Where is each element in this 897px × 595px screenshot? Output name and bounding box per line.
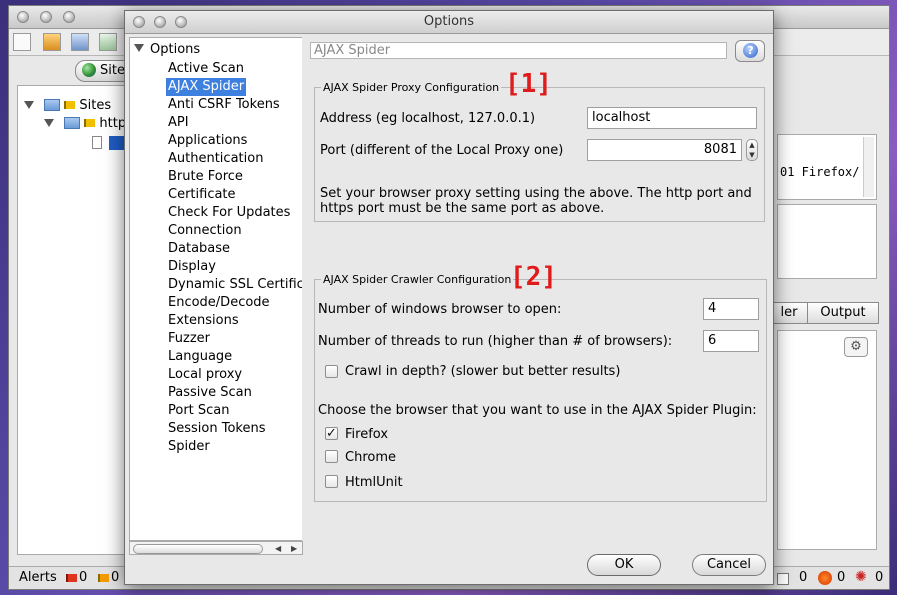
dialog-titlebar: Options bbox=[125, 11, 773, 34]
cancel-button[interactable]: Cancel bbox=[692, 554, 766, 576]
htmlunit-checkbox[interactable] bbox=[325, 475, 338, 488]
expand-triangle-icon[interactable] bbox=[134, 44, 144, 52]
panel-title: AJAX Spider bbox=[310, 42, 727, 59]
vertical-scrollbar[interactable] bbox=[863, 137, 874, 197]
scan-status-icon bbox=[818, 571, 832, 585]
status-icon bbox=[777, 573, 789, 585]
request-panel: 01 Firefox/ bbox=[777, 134, 877, 200]
sites-tab-label: Site bbox=[100, 63, 125, 78]
status-count-1: 0 bbox=[799, 570, 808, 585]
tab-output-label: Output bbox=[820, 305, 866, 320]
annotation-1: [1] bbox=[505, 69, 552, 99]
document-icon bbox=[92, 136, 102, 149]
alerts-label: Alerts bbox=[19, 570, 57, 585]
firefox-label: Firefox bbox=[345, 427, 389, 442]
tree-item-ajax-spider[interactable]: AJAX Spider bbox=[166, 78, 247, 96]
proxy-config-legend: AJAX Spider Proxy Configuration bbox=[323, 81, 500, 94]
zoom-window-button[interactable] bbox=[63, 11, 75, 23]
scrollbar-thumb[interactable] bbox=[133, 544, 263, 554]
chrome-label: Chrome bbox=[345, 450, 396, 465]
tab-spider[interactable]: ler bbox=[769, 302, 809, 324]
medium-alert-count: 0 bbox=[111, 570, 120, 585]
flag-icon bbox=[64, 101, 76, 109]
tree-node-http[interactable]: http: bbox=[44, 116, 131, 131]
chrome-checkbox[interactable] bbox=[325, 450, 338, 463]
dialog-close-button[interactable] bbox=[133, 16, 145, 28]
open-session-icon[interactable] bbox=[43, 33, 61, 51]
medium-alert-flag-icon bbox=[98, 574, 109, 582]
port-stepper[interactable]: ▲ ▼ bbox=[746, 139, 758, 161]
firefox-checkbox[interactable]: ✓ bbox=[325, 427, 338, 440]
threads-label: Number of threads to run (higher than # … bbox=[318, 334, 673, 349]
crawl-depth-checkbox[interactable] bbox=[325, 365, 338, 378]
dialog-title: Options bbox=[423, 14, 475, 29]
htmlunit-label: HtmlUnit bbox=[345, 475, 403, 490]
spider-icon: ✺ bbox=[855, 569, 867, 585]
crawl-depth-label: Crawl in depth? (slower but better resul… bbox=[345, 364, 621, 379]
options-content-panel: AJAX Spider ? AJAX Spider Proxy Configur… bbox=[302, 37, 771, 541]
sites-tree-panel: Sites http: bbox=[17, 85, 135, 555]
tree-root-options[interactable]: Options bbox=[134, 42, 200, 57]
threads-count-input[interactable]: 6 bbox=[703, 330, 759, 352]
folder-icon bbox=[44, 99, 61, 111]
new-session-icon[interactable] bbox=[13, 33, 31, 51]
proxy-note-line2: https port must be the same port as abov… bbox=[320, 201, 605, 216]
output-panel: ⚙ bbox=[777, 330, 877, 550]
request-text: 01 Firefox/ bbox=[780, 165, 860, 179]
response-panel bbox=[777, 204, 877, 279]
browser-prompt: Choose the browser that you want to use … bbox=[318, 403, 757, 418]
expand-triangle-icon[interactable] bbox=[24, 101, 34, 109]
tab-spider-label: ler bbox=[780, 305, 798, 320]
crawler-config-legend: AJAX Spider Crawler Configuration bbox=[323, 273, 512, 286]
scroll-left-arrow-icon[interactable]: ◀ bbox=[275, 544, 281, 553]
scroll-right-arrow-icon[interactable]: ▶ bbox=[291, 544, 297, 553]
help-button[interactable]: ? bbox=[735, 40, 765, 62]
status-count-3: 0 bbox=[875, 570, 884, 585]
tab-output[interactable]: Output bbox=[807, 302, 879, 324]
folder-icon bbox=[64, 117, 81, 129]
close-window-button[interactable] bbox=[17, 11, 29, 23]
annotation-2: [2] bbox=[510, 262, 557, 292]
dialog-zoom-button[interactable] bbox=[175, 16, 187, 28]
gear-icon[interactable]: ⚙ bbox=[844, 337, 868, 357]
address-input[interactable]: localhost bbox=[587, 107, 757, 129]
tree-horizontal-scrollbar[interactable]: ◀ ▶ bbox=[129, 541, 303, 555]
tree-node-sites[interactable]: Sites bbox=[24, 98, 111, 113]
help-icon: ? bbox=[743, 43, 758, 58]
options-tree: Options Active Scan AJAX Spider Anti CSRF … bbox=[129, 37, 325, 541]
tree-root-label: Options bbox=[150, 42, 201, 57]
high-alert-count: 0 bbox=[79, 570, 88, 585]
options-dialog: Options Options Active Scan AJAX Spider An… bbox=[124, 10, 774, 585]
port-label: Port (different of the Local Proxy one) bbox=[320, 143, 564, 158]
flag-icon bbox=[84, 119, 96, 127]
globe-icon bbox=[82, 63, 96, 77]
high-alert-flag-icon bbox=[66, 574, 77, 582]
proxy-note-line1: Set your browser proxy setting using the… bbox=[320, 186, 752, 201]
session-properties-icon[interactable] bbox=[99, 33, 117, 51]
minimize-window-button[interactable] bbox=[40, 11, 52, 23]
status-count-2: 0 bbox=[837, 570, 846, 585]
port-input[interactable]: 8081 bbox=[587, 139, 742, 161]
dialog-minimize-button[interactable] bbox=[154, 16, 166, 28]
windows-count-input[interactable]: 4 bbox=[703, 298, 759, 320]
expand-triangle-icon[interactable] bbox=[44, 119, 54, 127]
address-label: Address (eg localhost, 127.0.0.1) bbox=[320, 111, 536, 126]
ok-button[interactable]: OK bbox=[587, 554, 661, 576]
save-session-icon[interactable] bbox=[71, 33, 89, 51]
tree-label-sites: Sites bbox=[79, 98, 112, 113]
windows-label: Number of windows browser to open: bbox=[318, 302, 562, 317]
